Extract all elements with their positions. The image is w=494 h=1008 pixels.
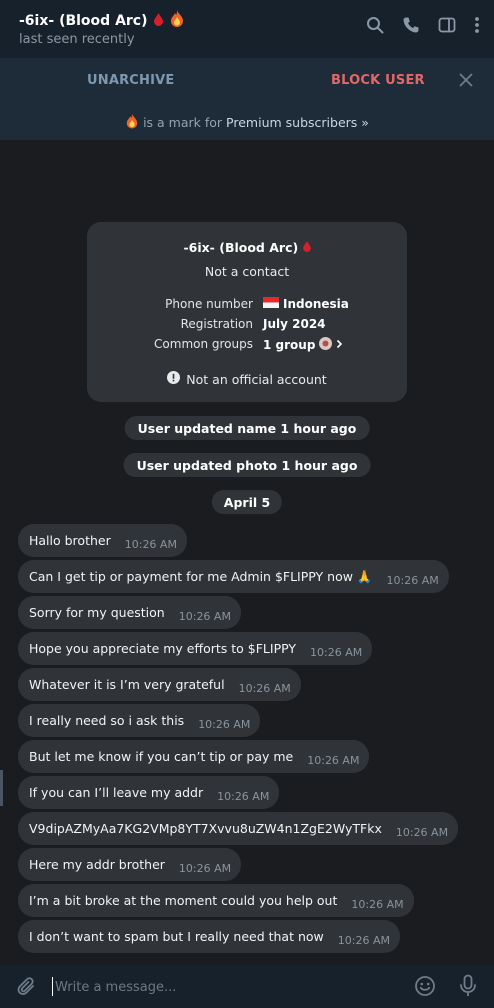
message-time: 10:26 AM	[178, 862, 232, 875]
chat-title[interactable]: -6ix- (Blood Arc)	[19, 13, 148, 29]
message-bubble[interactable]: Here my addr brother 10:26 AM	[18, 848, 242, 881]
phone-icon[interactable]	[402, 16, 420, 34]
message-text: I really need so i ask this	[29, 713, 185, 728]
message-bubble[interactable]: But let me know if you can’t tip or pay …	[18, 740, 370, 773]
message-bubble[interactable]: I’m a bit broke at the moment could you …	[18, 884, 414, 917]
message-time: 10:26 AM	[337, 934, 390, 947]
sidebar-toggle-icon[interactable]	[438, 16, 456, 34]
message-text: I don’t want to spam but I really need t…	[29, 929, 324, 944]
message-text: I’m a bit broke at the moment could you …	[29, 893, 338, 908]
message-time: 10:26 AM	[395, 826, 449, 839]
more-vertical-icon[interactable]	[474, 16, 480, 34]
chat-header: -6ix- (Blood Arc) last seen recently	[0, 0, 494, 58]
contact-status: Not a contact	[204, 264, 290, 279]
service-message: User updated photo 1 hour ago	[123, 453, 371, 477]
message-text: Hallo brother	[29, 533, 111, 548]
unarchive-button[interactable]: UNARCHIVE	[87, 73, 175, 88]
info-label: Registration	[180, 317, 253, 331]
info-label: Common groups	[154, 337, 253, 351]
premium-notice-text: is a mark for	[143, 115, 223, 130]
last-seen-status: last seen recently	[19, 32, 135, 47]
warning-icon	[167, 371, 181, 387]
message-time: 10:26 AM	[178, 610, 231, 623]
chat-title-row[interactable]: -6ix- (Blood Arc)	[19, 10, 185, 31]
indonesia-flag-icon	[263, 297, 279, 311]
premium-subscribers-link[interactable]: Premium subscribers »	[226, 115, 369, 130]
message-bubble[interactable]: I really need so i ask this 10:26 AM	[18, 704, 261, 737]
common-groups-link[interactable]: 1 group	[263, 337, 343, 353]
message-text: Hope you appreciate my efforts to $FLIPP…	[29, 641, 297, 656]
message-bubble[interactable]: Hallo brother 10:26 AM	[18, 524, 187, 557]
message-bubble[interactable]: Whatever it is I’m very grateful 10:26 A…	[18, 668, 301, 701]
text-cursor	[52, 977, 53, 996]
info-label: Phone number	[165, 297, 253, 311]
message-text: Can I get tip or payment for me Admin $F…	[29, 568, 373, 584]
message-composer	[0, 966, 494, 1008]
message-text: But let me know if you can’t tip or pay …	[29, 749, 294, 764]
group-avatar	[319, 337, 333, 353]
close-icon[interactable]	[457, 71, 475, 93]
paperclip-icon[interactable]	[16, 976, 38, 1002]
message-bubble[interactable]: Can I get tip or payment for me Admin $F…	[18, 560, 449, 593]
blood-drop-icon	[302, 240, 311, 255]
emoji-icon[interactable]	[414, 975, 436, 1001]
microphone-icon[interactable]	[459, 974, 477, 1002]
info-card-name-row: -6ix- (Blood Arc)	[87, 240, 407, 255]
unknown-contact-action-bar: UNARCHIVE BLOCK USER	[0, 58, 494, 105]
message-text: If you can I’ll leave my addr	[29, 785, 204, 800]
chevron-right-icon	[336, 338, 343, 352]
common-groups-count: 1 group	[263, 338, 316, 352]
message-time: 10:26 AM	[217, 790, 270, 803]
message-input[interactable]	[55, 976, 385, 998]
message-bubble[interactable]: I don’t want to spam but I really need t…	[18, 920, 400, 953]
service-message: User updated name 1 hour ago	[124, 416, 370, 440]
message-time: 10:26 AM	[238, 682, 291, 695]
message-text: Sorry for my question	[29, 605, 165, 620]
chat-history[interactable]: -6ix- (Blood Arc) Not a contact Phone nu…	[0, 140, 494, 966]
premium-mark-notice: is a mark for Premium subscribers »	[0, 105, 494, 140]
message-bubble[interactable]: V9dipAZMyAa7KG2VMp8YT7Xvvu8uZW4n1ZgE2WyT…	[18, 812, 459, 845]
message-text: Whatever it is I’m very grateful	[29, 677, 225, 692]
info-value: Indonesia	[263, 297, 349, 311]
date-separator: April 5	[211, 490, 283, 514]
message-time: 10:26 AM	[310, 646, 363, 659]
blood-drop-icon	[153, 11, 163, 30]
message-time: 10:26 AM	[307, 754, 360, 767]
contact-info-card: -6ix- (Blood Arc) Not a contact Phone nu…	[87, 222, 407, 402]
message-bubble[interactable]: If you can I’ll leave my addr 10:26 AM	[18, 776, 280, 809]
message-bubble[interactable]: Sorry for my question 10:26 AM	[18, 596, 241, 629]
premium-fire-icon	[125, 113, 139, 132]
info-card-name: -6ix- (Blood Arc)	[183, 240, 299, 255]
official-note-text: Not an official account	[186, 371, 327, 387]
search-icon[interactable]	[366, 16, 384, 34]
message-bubble[interactable]: Hope you appreciate my efforts to $FLIPP…	[18, 632, 373, 665]
message-time: 10:26 AM	[386, 574, 439, 587]
premium-fire-icon[interactable]	[169, 10, 185, 31]
block-user-button[interactable]: BLOCK USER	[331, 73, 425, 88]
message-time: 10:26 AM	[351, 898, 404, 911]
official-account-note: Not an official account	[87, 371, 407, 387]
message-time: 10:26 AM	[198, 718, 251, 731]
registration-date: July 2024	[263, 317, 326, 331]
message-text: Here my addr brother	[29, 857, 165, 872]
phone-country: Indonesia	[283, 297, 349, 311]
scroll-marker	[0, 770, 3, 806]
message-text: V9dipAZMyAa7KG2VMp8YT7Xvvu8uZW4n1ZgE2WyT…	[29, 821, 382, 836]
message-time: 10:26 AM	[124, 538, 177, 551]
